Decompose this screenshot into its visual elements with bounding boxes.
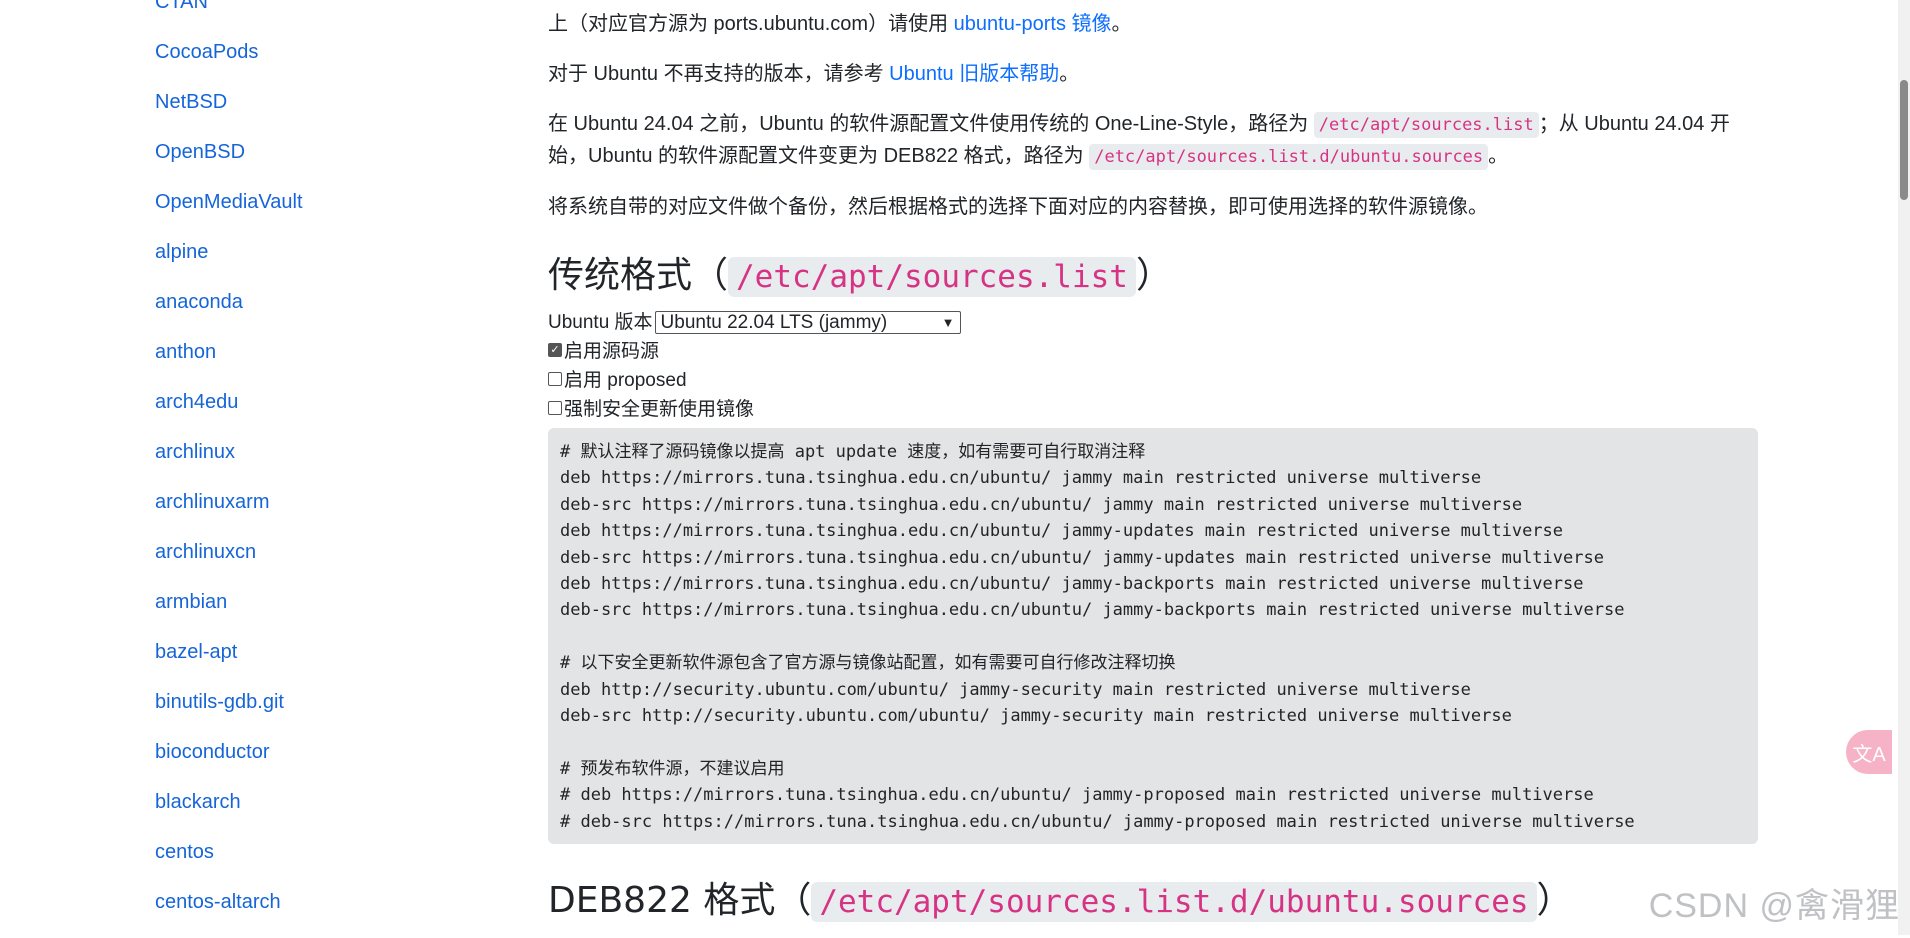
sidebar-item-openbsd[interactable]: OpenBSD: [155, 138, 455, 166]
sidebar-item-binutils-gdb[interactable]: binutils-gdb.git: [155, 688, 455, 716]
sidebar-item-anaconda[interactable]: anaconda: [155, 288, 455, 316]
source-checkbox-row[interactable]: ✓ 启用源码源: [548, 337, 1758, 366]
mirror-list-sidebar: CTAN CocoaPods NetBSD OpenBSD OpenMediaV…: [155, 0, 455, 938]
sidebar-item-netbsd[interactable]: NetBSD: [155, 88, 455, 116]
deb822-format-heading: DEB822 格式（/etc/apt/sources.list.d/ubuntu…: [548, 880, 1573, 922]
sidebar-item-armbian[interactable]: armbian: [155, 588, 455, 616]
security-checkbox-row[interactable]: 强制安全更新使用镜像: [548, 395, 1758, 424]
proposed-checkbox[interactable]: [548, 371, 562, 386]
traditional-format-heading: 传统格式（/etc/apt/sources.list）: [548, 255, 1172, 297]
ubuntu-sources-path: /etc/apt/sources.list.d/ubuntu.sources: [1089, 144, 1489, 170]
sidebar-item-centos-altarch[interactable]: centos-altarch: [155, 888, 455, 916]
version-row: Ubuntu 版本 Ubuntu 22.04 LTS (jammy) ▼: [548, 308, 1758, 337]
sidebar-item-centos[interactable]: centos: [155, 838, 455, 866]
source-checkbox[interactable]: ✓: [548, 342, 562, 357]
sidebar-item-blackarch[interactable]: blackarch: [155, 788, 455, 816]
help-content: 上（对应官方源为 ports.ubuntu.com）请使用 ubuntu-por…: [548, 0, 1758, 927]
sidebar-item-anthon[interactable]: anthon: [155, 338, 455, 366]
sidebar-item-alpine[interactable]: alpine: [155, 238, 455, 266]
sidebar-item-cocoapods[interactable]: CocoaPods: [155, 38, 455, 66]
sidebar-item-arch4edu[interactable]: arch4edu: [155, 388, 455, 416]
sidebar-item-archlinuxarm[interactable]: archlinuxarm: [155, 488, 455, 516]
scrollbar-thumb[interactable]: [1900, 80, 1908, 200]
proposed-checkbox-row[interactable]: 启用 proposed: [548, 366, 1758, 395]
sources-code-block[interactable]: # 默认注释了源码镜像以提高 apt update 速度，如有需要可自行取消注释…: [548, 428, 1758, 844]
sidebar-item-openmediavault[interactable]: OpenMediaVault: [155, 188, 455, 216]
old-release-link[interactable]: Ubuntu 旧版本帮助: [889, 63, 1059, 85]
ports-note: 上（对应官方源为 ports.ubuntu.com）请使用 ubuntu-por…: [548, 13, 1132, 35]
heading-path-code: /etc/apt/sources.list.d/ubuntu.sources: [811, 882, 1537, 922]
csdn-watermark: CSDN @禽滑狸: [1648, 887, 1900, 925]
sidebar-item-bazel-apt[interactable]: bazel-apt: [155, 638, 455, 666]
sidebar-item-ctan[interactable]: CTAN: [155, 0, 455, 16]
ubuntu-ports-link[interactable]: ubuntu-ports 镜像: [954, 13, 1112, 35]
chevron-down-icon: ▼: [941, 315, 955, 330]
version-select[interactable]: Ubuntu 22.04 LTS (jammy) ▼: [654, 311, 961, 334]
version-label: Ubuntu 版本: [548, 312, 653, 333]
vertical-scrollbar[interactable]: [1898, 0, 1910, 935]
format-note: 在 Ubuntu 24.04 之前，Ubuntu 的软件源配置文件使用传统的 O…: [548, 109, 1758, 173]
translate-icon[interactable]: 文A: [1846, 730, 1892, 774]
sources-list-path: /etc/apt/sources.list: [1313, 112, 1539, 138]
sidebar-item-bioconductor[interactable]: bioconductor: [155, 738, 455, 766]
old-version-note: 对于 Ubuntu 不再支持的版本，请参考 Ubuntu 旧版本帮助。: [548, 63, 1080, 85]
backup-note: 将系统自带的对应文件做个备份，然后根据格式的选择下面对应的内容替换，即可使用选择…: [548, 196, 1488, 218]
security-checkbox[interactable]: [548, 400, 562, 415]
sidebar-item-archlinux[interactable]: archlinux: [155, 438, 455, 466]
sidebar-item-archlinuxcn[interactable]: archlinuxcn: [155, 538, 455, 566]
heading-path-code: /etc/apt/sources.list: [728, 257, 1136, 297]
